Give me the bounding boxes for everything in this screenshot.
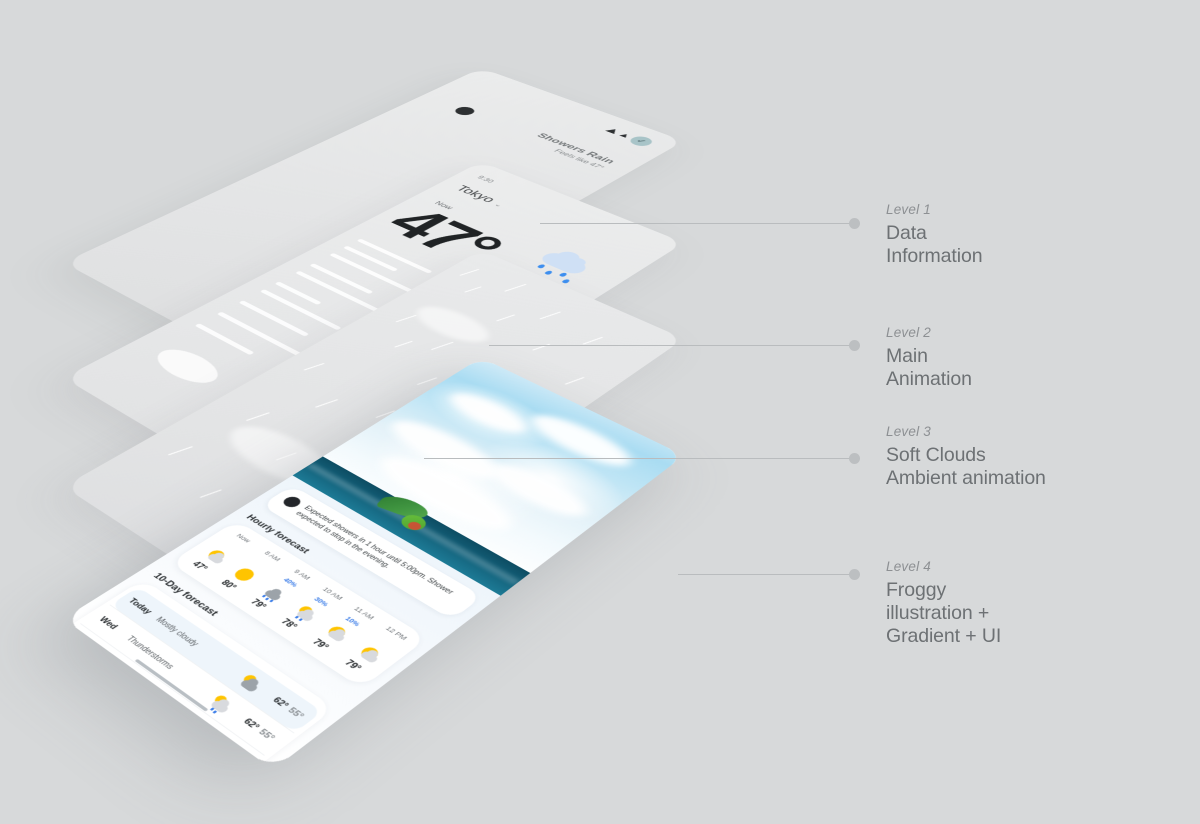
connector-dot-4: [849, 569, 860, 580]
hour-time: 12 PM: [383, 625, 409, 642]
annotation-level-label: Level 2: [886, 325, 1176, 341]
condition-block: Showers Rain Feels like 47°: [525, 132, 618, 170]
hour-pop: [381, 639, 388, 644]
hour-time: 9 AM: [291, 568, 311, 581]
hour-pop: 40%: [281, 577, 299, 589]
hour-temp: 78°: [279, 617, 300, 631]
day-name: Fri: [63, 654, 71, 680]
alert-icon: [280, 495, 304, 510]
annotation-level-label: Level 4: [886, 559, 1176, 575]
city-selector[interactable]: Tokyo ⌄: [452, 184, 509, 209]
dot-indicator-icon: [452, 105, 479, 116]
hour-temp: 79°: [342, 658, 364, 673]
day-hi: 62°: [211, 739, 232, 754]
sunny-icon: [141, 733, 178, 760]
annotation-title: Data Information: [886, 222, 1176, 268]
partly-rain-icon: [290, 602, 321, 623]
day-hi: 62°: [241, 717, 261, 732]
hour-temp: 80°: [219, 578, 239, 591]
day-condition: Sunny: [63, 674, 154, 742]
day-lo: 55°: [285, 706, 305, 720]
hour-time: 8 AM: [262, 550, 282, 563]
day-lo: 55°: [256, 728, 277, 743]
city-label: Tokyo: [452, 184, 499, 205]
hour-temp: 79°: [310, 637, 331, 651]
hour-time: Now: [234, 533, 252, 544]
hour-pop: [257, 562, 264, 567]
connector-dot-3: [849, 453, 860, 464]
annotation-level-2: Level 2 Main Animation: [886, 325, 1176, 391]
connector-line-4: [678, 574, 850, 575]
hour-temp: 47°: [190, 560, 210, 573]
annotation-title: Soft Clouds Ambient animation: [886, 444, 1176, 490]
day-lo: 55°: [226, 750, 247, 765]
partly-cloudy-icon: [109, 755, 146, 769]
annotation-level-4: Level 4 Froggy illustration + Gradient +…: [886, 559, 1176, 648]
partly-sunny-icon: [353, 642, 385, 664]
connector-line-3: [424, 458, 850, 459]
day-hi: 62°: [179, 762, 200, 770]
hour-pop: 30%: [311, 596, 330, 608]
showers-icon: [172, 711, 208, 737]
hour-pop: 10%: [343, 615, 362, 628]
layer-stack: ✓ Showers Rain Feels like 47° 9:30 Tokyo…: [0, 0, 860, 824]
day-name: Thu: [66, 635, 102, 661]
clock-label: 9:30: [475, 175, 495, 184]
annotation-level-label: Level 3: [886, 424, 1176, 440]
connector-line-1: [540, 223, 850, 224]
sunny-icon: [230, 564, 260, 584]
connector-dot-1: [849, 218, 860, 229]
annotation-level-3: Level 3 Soft Clouds Ambient animation: [886, 424, 1176, 490]
triangle-icon: [605, 128, 620, 134]
day-temps: 62°55°: [165, 750, 216, 769]
triangle-small-icon: [619, 133, 630, 138]
annotation-title: Main Animation: [886, 345, 1176, 391]
annotation-title: Froggy illustration + Gradient + UI: [886, 579, 1176, 647]
chevron-down-icon: ⌄: [492, 202, 505, 208]
annotation-level-1: Level 1 Data Information: [886, 202, 1176, 268]
partly-sunny-icon: [321, 622, 352, 643]
connector-dot-2: [849, 340, 860, 351]
connector-line-2: [489, 345, 850, 346]
day-hi: 62°: [270, 696, 290, 710]
badge-icon: ✓: [626, 135, 656, 148]
partly-sunny-icon: [201, 546, 231, 565]
annotation-level-label: Level 1: [886, 202, 1176, 218]
rain-icon: [260, 583, 291, 603]
day-condition: Partly cloudy: [63, 695, 122, 765]
annotation-column: Level 1 Data Information Level 2 Main An…: [886, 0, 1186, 824]
hour-pop: [228, 544, 235, 549]
